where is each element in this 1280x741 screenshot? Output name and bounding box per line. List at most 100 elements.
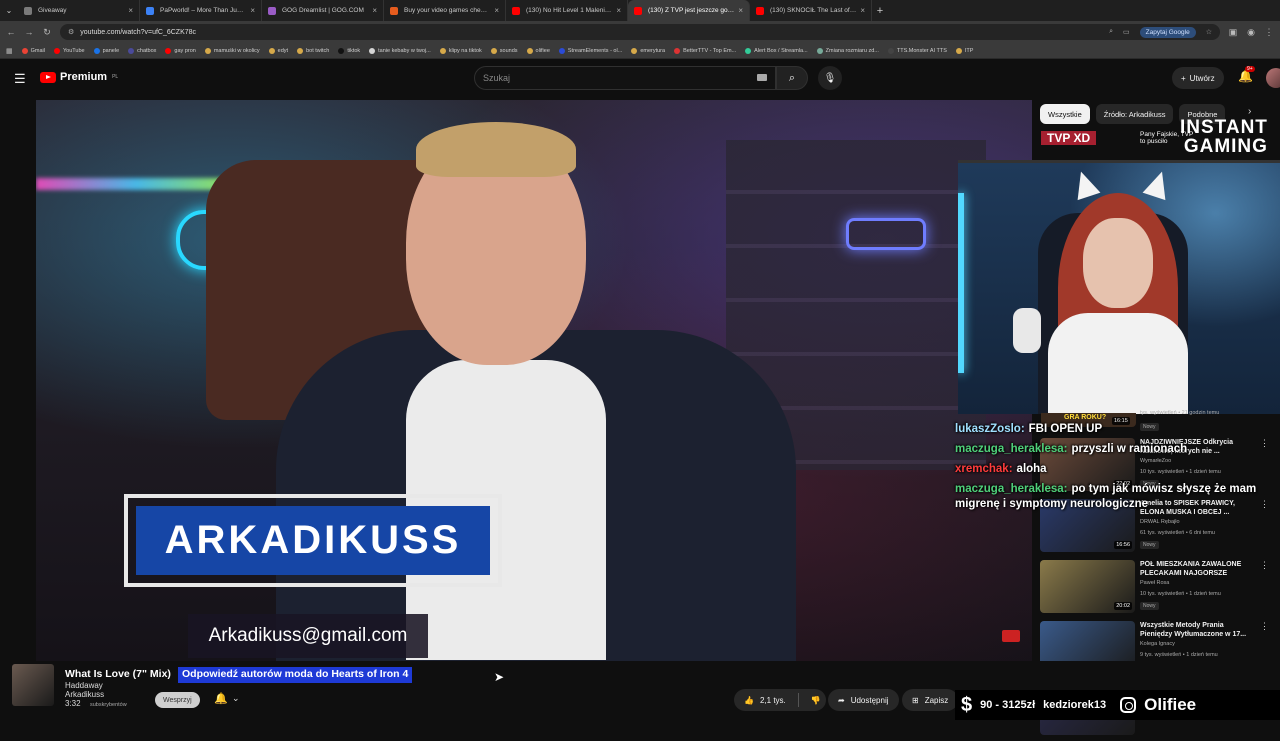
video-title: Odpowiedź autorów moda do Hearts of Iron… bbox=[178, 667, 413, 683]
browser-tab[interactable]: Buy your video games cheaper × bbox=[384, 0, 506, 21]
save-button[interactable]: ⊞ Zapisz bbox=[902, 689, 959, 711]
bookmark-item[interactable]: tiktok bbox=[338, 47, 360, 54]
rec-thumbnail[interactable]: 20:02 bbox=[1040, 560, 1135, 613]
rec-more-icon[interactable]: ⋮ bbox=[1260, 621, 1269, 632]
tab-search-chevron-icon[interactable]: ⌄ bbox=[0, 6, 18, 15]
close-tab-icon[interactable]: × bbox=[372, 6, 377, 15]
bookmark-favicon-icon bbox=[268, 47, 275, 54]
filter-chip[interactable]: Źródło: Arkadikuss bbox=[1095, 104, 1174, 124]
bookmark-item[interactable]: klipy na tiktok bbox=[439, 47, 482, 54]
back-icon[interactable]: ← bbox=[6, 27, 16, 37]
extensions-icon[interactable]: ▣ bbox=[1228, 27, 1238, 38]
bookmark-favicon-icon bbox=[558, 47, 565, 54]
bookmark-favicon-icon bbox=[631, 47, 638, 54]
bookmark-item[interactable]: Alert Box / Streamla... bbox=[745, 47, 808, 54]
browser-tab[interactable]: (130) No Hit Level 1 Malenia (E × bbox=[506, 0, 628, 21]
bookmark-item[interactable]: StreamElements - ol... bbox=[558, 47, 622, 54]
bookmark-item[interactable]: tanie kebaby w twoj... bbox=[369, 47, 431, 54]
tab-favicon-icon bbox=[634, 6, 642, 15]
close-tab-icon[interactable]: × bbox=[616, 6, 621, 15]
account-avatar[interactable] bbox=[1266, 68, 1280, 88]
browser-tab[interactable]: (130) SKNOCIŁ The Last of Us × bbox=[750, 0, 872, 21]
reload-icon[interactable]: ↻ bbox=[42, 27, 52, 38]
zoom-icon[interactable]: ⌕ bbox=[1109, 28, 1113, 36]
rec-channel[interactable]: Kolega Ignacy bbox=[1140, 641, 1175, 647]
rec-top-thumb-text: GRA ROKU? bbox=[1064, 414, 1107, 421]
stream-chat-overlay: lukaszZoslo: FBI OPEN UP maczuga_heraklesa… bbox=[955, 422, 1275, 517]
share-button[interactable]: ➦ Udostępnij bbox=[828, 689, 899, 711]
like-count[interactable]: 2,1 tys. bbox=[760, 696, 786, 705]
notifications-badge: 9+ bbox=[1245, 66, 1255, 72]
ask-google-button[interactable]: Zapytaj Google bbox=[1139, 26, 1196, 38]
bookmark-item[interactable]: Zmiana rozmiaru zd... bbox=[816, 47, 879, 54]
create-button[interactable]: + Utwórz bbox=[1172, 67, 1224, 89]
cast-icon[interactable]: ▭ bbox=[1123, 28, 1130, 36]
bookmark-item[interactable]: BetterTTV - Top Em... bbox=[674, 47, 736, 54]
hamburger-menu-icon[interactable]: ☰ bbox=[14, 71, 26, 87]
rec-title[interactable]: Wszystkie Metody Prania Pieniędzy Wytłum… bbox=[1140, 621, 1256, 639]
support-button[interactable]: Wesprzyj bbox=[155, 692, 200, 708]
channel-name[interactable]: Arkadikuss bbox=[65, 690, 104, 699]
bookmark-favicon-icon bbox=[674, 47, 681, 54]
browser-tab[interactable]: Giveaway × bbox=[18, 0, 140, 21]
donation-goal: 90 - 3125zł bbox=[980, 699, 1036, 711]
close-tab-icon[interactable]: × bbox=[738, 6, 743, 15]
bookmark-item[interactable]: panele bbox=[93, 47, 119, 54]
bookmark-favicon-icon bbox=[490, 47, 497, 54]
dislike-icon[interactable]: 👎 bbox=[811, 696, 821, 705]
new-tab-button[interactable]: + bbox=[872, 5, 888, 17]
bookmark-item[interactable]: YouTube bbox=[54, 47, 85, 54]
voice-search-button[interactable]: 🎙 bbox=[818, 66, 842, 90]
mouse-cursor-icon: ➤ bbox=[494, 670, 505, 684]
forward-icon[interactable]: → bbox=[24, 27, 34, 37]
bookmark-item[interactable]: ITP bbox=[955, 47, 973, 54]
bookmark-item[interactable]: chatbox bbox=[128, 47, 156, 54]
filter-chip[interactable]: Wszystkie bbox=[1040, 104, 1090, 124]
rec-title[interactable]: PÓŁ MIESZKANIA ZAWALONE PLECAKAMI NAJGOR… bbox=[1140, 560, 1256, 578]
url-field[interactable]: ⚙ youtube.com/watch?v=ufC_6CZK78c ⌕ ▭ Za… bbox=[60, 24, 1220, 40]
like-icon[interactable]: 👍 bbox=[744, 696, 754, 705]
subscription-bell-icon[interactable]: 🔔 bbox=[214, 692, 228, 705]
close-tab-icon[interactable]: × bbox=[128, 6, 133, 15]
bookmark-star-icon[interactable]: ☆ bbox=[1206, 28, 1212, 36]
search-input[interactable]: Szukaj bbox=[474, 66, 776, 90]
keyboard-icon[interactable] bbox=[757, 74, 767, 81]
bookmark-favicon-icon bbox=[21, 47, 28, 54]
rec-channel[interactable]: DRWAL Rębajło bbox=[1140, 519, 1180, 525]
bookmark-item[interactable]: TTS.Monster AI TTS bbox=[887, 47, 947, 54]
search-button[interactable]: ⌕ bbox=[776, 66, 808, 90]
close-tab-icon[interactable]: × bbox=[494, 6, 499, 15]
youtube-premium-logo[interactable]: Premium PL bbox=[40, 71, 118, 83]
bookmark-item[interactable]: bot twitch bbox=[297, 47, 329, 54]
name-plate-text: ARKADIKUSS bbox=[164, 518, 462, 562]
bookmark-item[interactable]: gay pron bbox=[165, 47, 196, 54]
bookmark-item[interactable]: sounds bbox=[490, 47, 518, 54]
browser-menu-icon[interactable]: ⋮ bbox=[1264, 27, 1274, 38]
save-label: Zapisz bbox=[924, 695, 949, 705]
bookmark-item[interactable]: olifiee bbox=[526, 47, 550, 54]
rec-more-icon[interactable]: ⋮ bbox=[1260, 560, 1269, 571]
webcam-streamer-top bbox=[1048, 313, 1188, 414]
chevron-right-icon[interactable]: › bbox=[1248, 106, 1251, 117]
bookmark-item[interactable]: mamuśki w okolicy bbox=[204, 47, 260, 54]
rec-meta: 61 tys. wyświetleń • 6 dni temu bbox=[1140, 530, 1215, 536]
browser-tab[interactable]: PaPworld! – More Than Just Pa × bbox=[140, 0, 262, 21]
rec-channel[interactable]: Paweł Rosa bbox=[1140, 580, 1169, 586]
browser-tab[interactable]: (130) Z TVP jest jeszcze gorzej × bbox=[628, 0, 750, 21]
close-tab-icon[interactable]: × bbox=[250, 6, 255, 15]
bookmark-favicon-icon bbox=[297, 47, 304, 54]
profile-icon[interactable]: ◉ bbox=[1246, 27, 1256, 38]
bookmark-item[interactable]: emerytura bbox=[631, 47, 665, 54]
webcam-microphone bbox=[1013, 308, 1041, 353]
now-playing-thumbnail bbox=[12, 664, 54, 706]
bookmark-item[interactable]: edyt bbox=[268, 47, 288, 54]
video-player[interactable]: ARKADIKUSS Arkadikuss@gmail.com bbox=[36, 100, 1032, 661]
bookmark-item[interactable]: Gmail bbox=[21, 47, 45, 54]
bookmark-label: klipy na tiktok bbox=[448, 47, 482, 54]
browser-tab[interactable]: GOG Dreamlist | GOG.COM × bbox=[262, 0, 384, 21]
apps-grid-icon[interactable]: ▦ bbox=[6, 47, 13, 55]
site-info-icon[interactable]: ⚙ bbox=[68, 28, 74, 36]
recommendation-item[interactable]: 20:02 PÓŁ MIESZKANIA ZAWALONE PLECAKAMI N… bbox=[1040, 558, 1270, 619]
chevron-down-icon[interactable]: ⌄ bbox=[232, 693, 240, 704]
close-tab-icon[interactable]: × bbox=[860, 6, 865, 15]
